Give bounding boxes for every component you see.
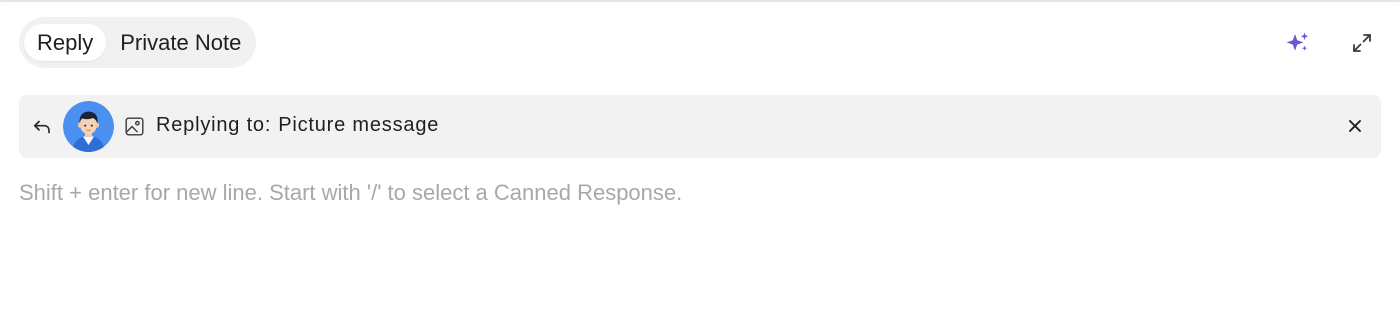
ai-assist-button[interactable]: [1282, 27, 1314, 59]
replying-to-label: Replying to: Picture message: [156, 114, 439, 137]
expand-icon: [1353, 34, 1371, 52]
replied-message-preview: Picture message: [278, 114, 440, 136]
tab-reply[interactable]: Reply: [24, 24, 107, 61]
close-icon: [1349, 120, 1361, 132]
avatar: [63, 101, 114, 152]
replying-to-prefix: Replying to:: [156, 114, 272, 136]
cancel-reply-button[interactable]: [1344, 115, 1366, 137]
reply-mode-tabs: Reply Private Note: [19, 17, 257, 68]
message-composer[interactable]: [19, 175, 1381, 295]
reply-arrow-icon: [33, 120, 50, 134]
editor-top-border: [0, 0, 1400, 2]
expand-button[interactable]: [1346, 27, 1378, 59]
sparkle-icon: [1286, 32, 1309, 51]
tab-private-note[interactable]: Private Note: [110, 24, 251, 61]
image-icon: [125, 117, 144, 136]
replying-to-bar: Replying to: Picture message: [19, 95, 1381, 158]
